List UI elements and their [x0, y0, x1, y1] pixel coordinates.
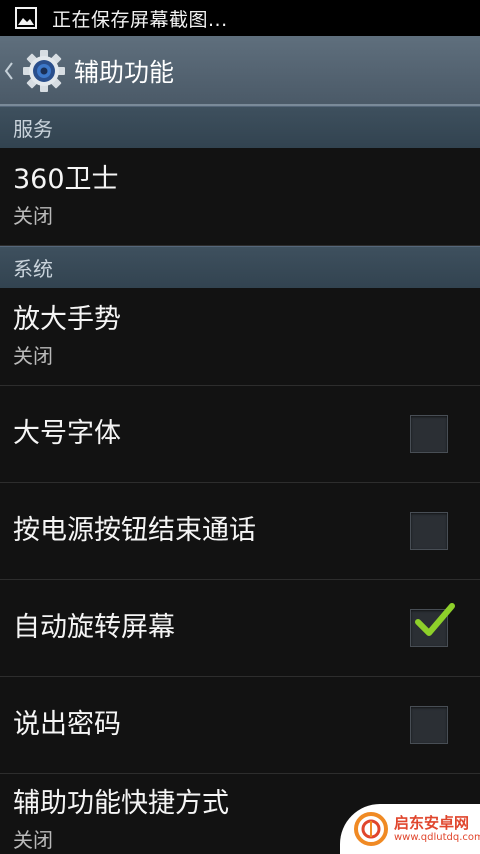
- section-label: 系统: [13, 257, 53, 281]
- page-title: 辅助功能: [74, 58, 175, 87]
- auto-rotate-checkbox[interactable]: [410, 603, 455, 647]
- power-button-ends-call-checkbox[interactable]: [410, 512, 448, 550]
- section-header-services: 服务: [0, 106, 480, 148]
- image-icon: [14, 6, 38, 30]
- action-bar: 辅助功能: [0, 36, 480, 106]
- list-item-power-button-ends-call[interactable]: 按电源按钮结束通话: [0, 483, 480, 580]
- large-font-checkbox[interactable]: [410, 415, 448, 453]
- list-item-speak-passwords[interactable]: 说出密码: [0, 677, 480, 774]
- status-bar: 正在保存屏幕截图...: [0, 0, 480, 36]
- list-item-magnification-gestures[interactable]: 放大手势 关闭: [0, 288, 480, 386]
- notification-text: 正在保存屏幕截图...: [52, 8, 228, 31]
- item-summary: 关闭: [13, 344, 53, 369]
- chevron-left-icon[interactable]: [4, 60, 16, 82]
- action-bar-divider: [0, 104, 480, 106]
- list-item-large-font[interactable]: 大号字体: [0, 386, 480, 483]
- section-label: 服务: [13, 117, 53, 141]
- item-title: 360卫士: [13, 163, 119, 195]
- watermark-title: 启东安卓网: [394, 814, 470, 833]
- section-header-system: 系统: [0, 246, 480, 288]
- list-item-360-guard[interactable]: 360卫士 关闭: [0, 148, 480, 246]
- speak-passwords-checkbox[interactable]: [410, 706, 448, 744]
- site-watermark: 启东安卓网 www.qdlutdq.com: [340, 804, 480, 854]
- watermark-url: www.qdlutdq.com: [394, 831, 480, 843]
- checkmark-icon: [415, 603, 455, 636]
- item-summary: 关闭: [13, 204, 53, 229]
- watermark-logo-icon: [354, 812, 388, 846]
- item-title: 放大手势: [13, 303, 121, 335]
- list-item-auto-rotate-screen[interactable]: 自动旋转屏幕: [0, 580, 480, 677]
- settings-gear-icon[interactable]: [22, 49, 66, 93]
